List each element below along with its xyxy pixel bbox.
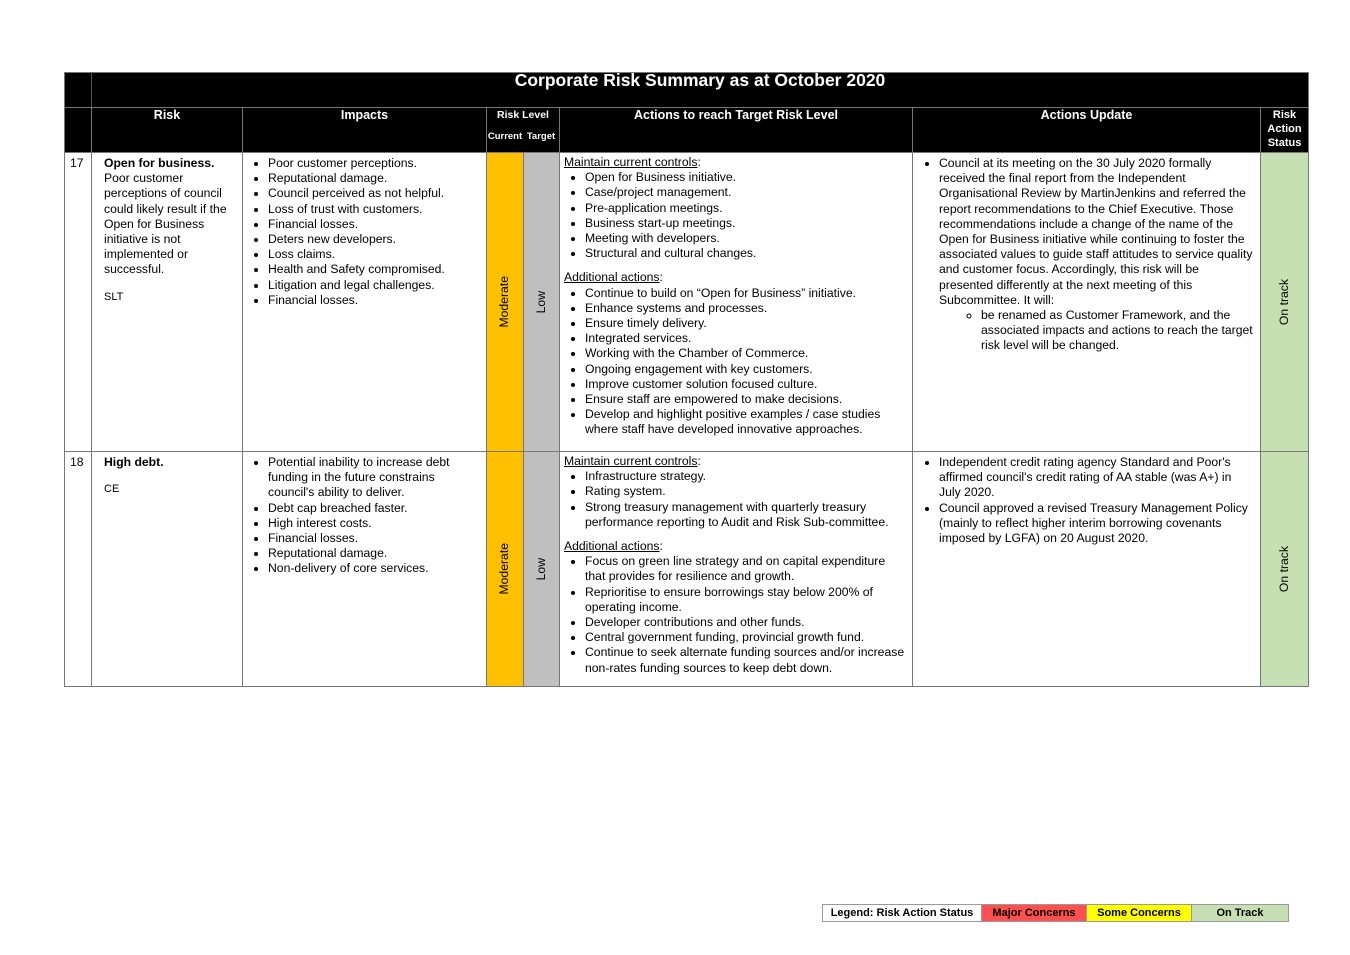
header-update: Actions Update	[912, 107, 1261, 153]
impact-item: Poor customer perceptions.	[268, 156, 482, 171]
header-risk-level: Risk Level	[497, 109, 549, 121]
control-item: Infrastructure strategy.	[585, 469, 908, 484]
risk-summary-table: Corporate Risk Summary as at October 202…	[64, 71, 1310, 687]
header-actions: Actions to reach Target Risk Level	[559, 107, 913, 153]
risk-title: Open for business.	[104, 156, 215, 170]
sub-update-list: be renamed as Customer Framework, and th…	[939, 308, 1256, 354]
additional-label: Additional actions	[564, 539, 660, 554]
legend: Legend: Risk Action Status Major Concern…	[822, 904, 1289, 922]
update-item: Council approved a revised Treasury Mana…	[939, 501, 1256, 547]
risk-number: 18	[64, 451, 92, 687]
legend-on-track: On Track	[1192, 905, 1288, 921]
target-risk-level: Low	[533, 290, 548, 314]
control-item: Rating system.	[585, 484, 908, 499]
table-row: 18 High debt. CE Potential inability to inc…	[64, 451, 1310, 687]
impact-item: Health and Safety compromised.	[268, 262, 482, 277]
additional-action-item: Central government funding, provincial g…	[585, 630, 908, 645]
header-risk: Risk	[91, 107, 243, 153]
update-list: Independent credit rating agency Standar…	[919, 455, 1256, 546]
impact-item: Litigation and legal challenges.	[268, 278, 482, 293]
risk-action-status: On track	[1276, 278, 1291, 326]
sub-update-item: be renamed as Customer Framework, and th…	[981, 308, 1256, 354]
header-current: Current	[487, 131, 523, 143]
control-item: Open for Business initiative.	[585, 170, 908, 185]
controls-label: Maintain current controls	[564, 454, 698, 468]
risk-owner: CE	[104, 483, 120, 496]
additional-action-list: Focus on green line strategy and on capi…	[564, 554, 908, 676]
legend-some-concerns: Some Concerns	[1087, 905, 1192, 921]
update-item: Council at its meeting on the 30 July 20…	[939, 156, 1256, 308]
impact-item: Deters new developers.	[268, 232, 482, 247]
impact-item: Loss of trust with customers.	[268, 202, 482, 217]
risk-action-status: On track	[1276, 545, 1291, 593]
current-risk-level: Moderate	[497, 543, 512, 595]
additional-action-item: Improve customer solution focused cultur…	[585, 377, 908, 392]
risk-description: Poor customer perceptions of council cou…	[104, 171, 227, 277]
legend-label: Legend: Risk Action Status	[823, 905, 982, 921]
impact-item: Potential inability to increase debt fun…	[268, 455, 482, 501]
controls-label: Maintain current controls	[564, 155, 698, 169]
control-item: Pre-application meetings.	[585, 201, 908, 216]
additional-action-item: Reprioritise to ensure borrowings stay b…	[585, 585, 908, 615]
impact-item: Loss claims.	[268, 247, 482, 262]
additional-action-item: Focus on green line strategy and on capi…	[585, 554, 908, 584]
impact-item: Reputational damage.	[268, 546, 482, 561]
legend-major-concerns: Major Concerns	[982, 905, 1087, 921]
control-item: Business start-up meetings.	[585, 216, 908, 231]
control-list: Infrastructure strategy.Rating system.St…	[564, 469, 908, 530]
impact-list: Potential inability to increase debt fun…	[243, 455, 482, 577]
control-item: Structural and cultural changes.	[585, 246, 908, 261]
additional-action-list: Continue to build on “Open for Business”…	[564, 286, 908, 438]
risk-owner: SLT	[104, 290, 124, 303]
risk-title: High debt.	[104, 455, 164, 469]
header-target: Target	[526, 131, 556, 143]
table-title: Corporate Risk Summary as at October 202…	[90, 71, 1310, 108]
impact-item: Debt cap breached faster.	[268, 501, 482, 516]
risk-number: 17	[64, 152, 92, 452]
control-list: Open for Business initiative.Case/projec…	[564, 170, 908, 261]
table-row: 17 Open for business. Poor customer percep…	[64, 152, 1310, 452]
additional-action-item: Continue to seek alternate funding sourc…	[585, 645, 908, 675]
additional-label: Additional actions	[564, 270, 660, 285]
impact-item: Non-delivery of core services.	[268, 561, 482, 576]
additional-action-item: Developer contributions and other funds.	[585, 615, 908, 630]
update-list: Council at its meeting on the 30 July 20…	[919, 156, 1256, 354]
additional-action-item: Continue to build on “Open for Business”…	[585, 286, 908, 301]
additional-action-item: Ensure staff are empowered to make decis…	[585, 392, 908, 407]
header-impacts: Impacts	[242, 107, 487, 153]
additional-action-item: Develop and highlight positive examples …	[585, 407, 908, 437]
impact-item: Financial losses.	[268, 531, 482, 546]
impact-item: Financial losses.	[268, 293, 482, 308]
impact-item: Reputational damage.	[268, 171, 482, 186]
current-risk-level: Moderate	[497, 276, 512, 328]
update-item: Independent credit rating agency Standar…	[939, 455, 1256, 501]
additional-action-item: Working with the Chamber of Commerce.	[585, 346, 908, 361]
impact-item: High interest costs.	[268, 516, 482, 531]
control-item: Case/project management.	[585, 185, 908, 200]
additional-action-item: Ensure timely delivery.	[585, 316, 908, 331]
impact-item: Council perceived as not helpful.	[268, 186, 482, 201]
control-item: Strong treasury management with quarterl…	[585, 500, 908, 530]
target-risk-level: Low	[533, 557, 548, 581]
additional-action-item: Enhance systems and processes.	[585, 301, 908, 316]
impact-list: Poor customer perceptions.Reputational d…	[243, 156, 482, 308]
additional-action-item: Ongoing engagement with key customers.	[585, 362, 908, 377]
additional-action-item: Integrated services.	[585, 331, 908, 346]
header-status: Risk Action Status	[1259, 107, 1310, 153]
control-item: Meeting with developers.	[585, 231, 908, 246]
impact-item: Financial losses.	[268, 217, 482, 232]
